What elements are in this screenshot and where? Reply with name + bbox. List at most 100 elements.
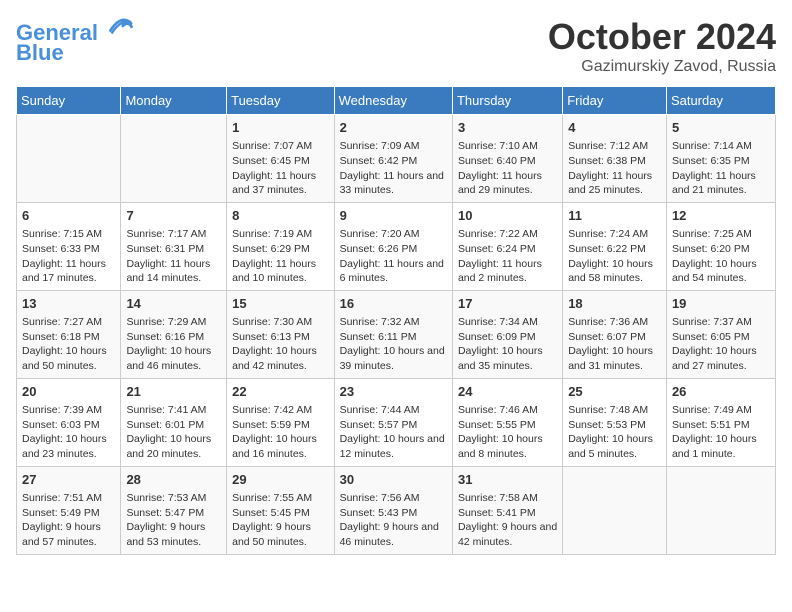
day-detail: Sunrise: 7:34 AM Sunset: 6:09 PM Dayligh… (458, 315, 557, 374)
day-number: 31 (458, 471, 557, 489)
calendar-cell (121, 115, 227, 203)
calendar-cell: 6 Sunrise: 7:15 AM Sunset: 6:33 PM Daylig… (17, 202, 121, 290)
calendar-cell: 15Sunrise: 7:30 AM Sunset: 6:13 PM Dayli… (227, 290, 334, 378)
day-number: 17 (458, 295, 557, 313)
day-number: 10 (458, 207, 557, 225)
calendar-cell: 7 Sunrise: 7:17 AM Sunset: 6:31 PM Daylig… (121, 202, 227, 290)
calendar-cell: 9 Sunrise: 7:20 AM Sunset: 6:26 PM Daylig… (334, 202, 452, 290)
calendar-cell: 26 Sunrise: 7:49 AM Sunset: 5:51 PM Dayli… (666, 378, 775, 466)
calendar-cell: 13Sunrise: 7:27 AM Sunset: 6:18 PM Dayli… (17, 290, 121, 378)
day-detail: Sunrise: 7:22 AM Sunset: 6:24 PM Dayligh… (458, 227, 557, 286)
calendar-week-row: 27 Sunrise: 7:51 AM Sunset: 5:49 PM Dayli… (17, 466, 776, 554)
day-number: 11 (568, 207, 661, 225)
weekday-header-thursday: Thursday (452, 87, 562, 115)
calendar-table: SundayMondayTuesdayWednesdayThursdayFrid… (16, 86, 776, 555)
day-detail: Sunrise: 7:48 AM Sunset: 5:53 PM Dayligh… (568, 403, 661, 462)
calendar-cell: 25 Sunrise: 7:48 AM Sunset: 5:53 PM Dayli… (563, 378, 667, 466)
calendar-cell: 3Sunrise: 7:10 AM Sunset: 6:40 PM Daylig… (452, 115, 562, 203)
day-number: 29 (232, 471, 328, 489)
page-header: General Blue October 2024 Gazimurskiy Za… (16, 16, 776, 76)
calendar-cell: 31Sunrise: 7:58 AM Sunset: 5:41 PM Dayli… (452, 466, 562, 554)
calendar-cell: 18 Sunrise: 7:36 AM Sunset: 6:07 PM Dayli… (563, 290, 667, 378)
day-number: 8 (232, 207, 328, 225)
calendar-week-row: 1 Sunrise: 7:07 AM Sunset: 6:45 PM Daylig… (17, 115, 776, 203)
day-detail: Sunrise: 7:41 AM Sunset: 6:01 PM Dayligh… (126, 403, 221, 462)
day-number: 20 (22, 383, 115, 401)
calendar-cell: 14Sunrise: 7:29 AM Sunset: 6:16 PM Dayli… (121, 290, 227, 378)
calendar-cell: 21Sunrise: 7:41 AM Sunset: 6:01 PM Dayli… (121, 378, 227, 466)
day-detail: Sunrise: 7:14 AM Sunset: 6:35 PM Dayligh… (672, 139, 770, 198)
day-detail: Sunrise: 7:12 AM Sunset: 6:38 PM Dayligh… (568, 139, 661, 198)
day-number: 12 (672, 207, 770, 225)
calendar-cell: 5 Sunrise: 7:14 AM Sunset: 6:35 PM Daylig… (666, 115, 775, 203)
day-detail: Sunrise: 7:15 AM Sunset: 6:33 PM Dayligh… (22, 227, 115, 286)
calendar-cell: 19 Sunrise: 7:37 AM Sunset: 6:05 PM Dayli… (666, 290, 775, 378)
day-number: 18 (568, 295, 661, 313)
day-detail: Sunrise: 7:32 AM Sunset: 6:11 PM Dayligh… (340, 315, 447, 374)
day-number: 27 (22, 471, 115, 489)
calendar-cell: 16 Sunrise: 7:32 AM Sunset: 6:11 PM Dayli… (334, 290, 452, 378)
weekday-header-monday: Monday (121, 87, 227, 115)
day-detail: Sunrise: 7:37 AM Sunset: 6:05 PM Dayligh… (672, 315, 770, 374)
day-number: 6 (22, 207, 115, 225)
day-detail: Sunrise: 7:42 AM Sunset: 5:59 PM Dayligh… (232, 403, 328, 462)
calendar-cell: 8 Sunrise: 7:19 AM Sunset: 6:29 PM Daylig… (227, 202, 334, 290)
calendar-week-row: 13Sunrise: 7:27 AM Sunset: 6:18 PM Dayli… (17, 290, 776, 378)
day-number: 9 (340, 207, 447, 225)
day-number: 15 (232, 295, 328, 313)
day-detail: Sunrise: 7:29 AM Sunset: 6:16 PM Dayligh… (126, 315, 221, 374)
calendar-cell: 23 Sunrise: 7:44 AM Sunset: 5:57 PM Dayli… (334, 378, 452, 466)
day-detail: Sunrise: 7:55 AM Sunset: 5:45 PM Dayligh… (232, 491, 328, 550)
calendar-cell: 27 Sunrise: 7:51 AM Sunset: 5:49 PM Dayli… (17, 466, 121, 554)
day-number: 24 (458, 383, 557, 401)
day-number: 22 (232, 383, 328, 401)
weekday-header-wednesday: Wednesday (334, 87, 452, 115)
day-number: 2 (340, 119, 447, 137)
day-number: 5 (672, 119, 770, 137)
day-detail: Sunrise: 7:17 AM Sunset: 6:31 PM Dayligh… (126, 227, 221, 286)
calendar-cell: 12Sunrise: 7:25 AM Sunset: 6:20 PM Dayli… (666, 202, 775, 290)
calendar-cell: 2 Sunrise: 7:09 AM Sunset: 6:42 PM Daylig… (334, 115, 452, 203)
calendar-cell: 4 Sunrise: 7:12 AM Sunset: 6:38 PM Daylig… (563, 115, 667, 203)
day-number: 30 (340, 471, 447, 489)
day-detail: Sunrise: 7:39 AM Sunset: 6:03 PM Dayligh… (22, 403, 115, 462)
calendar-cell (563, 466, 667, 554)
day-number: 16 (340, 295, 447, 313)
weekday-header-saturday: Saturday (666, 87, 775, 115)
day-detail: Sunrise: 7:07 AM Sunset: 6:45 PM Dayligh… (232, 139, 328, 198)
calendar-cell: 20 Sunrise: 7:39 AM Sunset: 6:03 PM Dayli… (17, 378, 121, 466)
day-number: 26 (672, 383, 770, 401)
calendar-week-row: 6 Sunrise: 7:15 AM Sunset: 6:33 PM Daylig… (17, 202, 776, 290)
day-detail: Sunrise: 7:46 AM Sunset: 5:55 PM Dayligh… (458, 403, 557, 462)
calendar-cell: 28 Sunrise: 7:53 AM Sunset: 5:47 PM Dayli… (121, 466, 227, 554)
calendar-cell: 17 Sunrise: 7:34 AM Sunset: 6:09 PM Dayli… (452, 290, 562, 378)
day-number: 4 (568, 119, 661, 137)
day-detail: Sunrise: 7:51 AM Sunset: 5:49 PM Dayligh… (22, 491, 115, 550)
day-detail: Sunrise: 7:09 AM Sunset: 6:42 PM Dayligh… (340, 139, 447, 198)
day-number: 19 (672, 295, 770, 313)
month-title: October 2024 (548, 16, 776, 58)
day-detail: Sunrise: 7:19 AM Sunset: 6:29 PM Dayligh… (232, 227, 328, 286)
weekday-header-friday: Friday (563, 87, 667, 115)
calendar-cell: 22 Sunrise: 7:42 AM Sunset: 5:59 PM Dayli… (227, 378, 334, 466)
day-detail: Sunrise: 7:53 AM Sunset: 5:47 PM Dayligh… (126, 491, 221, 550)
calendar-cell: 10 Sunrise: 7:22 AM Sunset: 6:24 PM Dayli… (452, 202, 562, 290)
weekday-header-sunday: Sunday (17, 87, 121, 115)
day-number: 28 (126, 471, 221, 489)
calendar-cell: 24 Sunrise: 7:46 AM Sunset: 5:55 PM Dayli… (452, 378, 562, 466)
day-number: 7 (126, 207, 221, 225)
day-detail: Sunrise: 7:27 AM Sunset: 6:18 PM Dayligh… (22, 315, 115, 374)
calendar-cell (17, 115, 121, 203)
day-detail: Sunrise: 7:44 AM Sunset: 5:57 PM Dayligh… (340, 403, 447, 462)
day-detail: Sunrise: 7:49 AM Sunset: 5:51 PM Dayligh… (672, 403, 770, 462)
day-detail: Sunrise: 7:24 AM Sunset: 6:22 PM Dayligh… (568, 227, 661, 286)
day-detail: Sunrise: 7:20 AM Sunset: 6:26 PM Dayligh… (340, 227, 447, 286)
calendar-header-row: SundayMondayTuesdayWednesdayThursdayFrid… (17, 87, 776, 115)
day-detail: Sunrise: 7:36 AM Sunset: 6:07 PM Dayligh… (568, 315, 661, 374)
day-number: 1 (232, 119, 328, 137)
calendar-cell: 30Sunrise: 7:56 AM Sunset: 5:43 PM Dayli… (334, 466, 452, 554)
day-number: 23 (340, 383, 447, 401)
day-detail: Sunrise: 7:10 AM Sunset: 6:40 PM Dayligh… (458, 139, 557, 198)
weekday-header-tuesday: Tuesday (227, 87, 334, 115)
day-number: 25 (568, 383, 661, 401)
